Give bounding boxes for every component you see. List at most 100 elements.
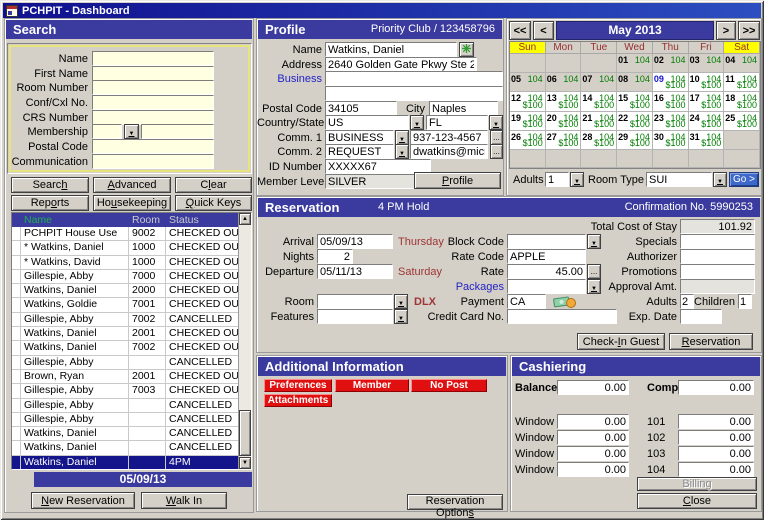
membership-dropdown-button[interactable]: ▼ xyxy=(124,124,139,139)
authorizer-input[interactable] xyxy=(680,249,755,264)
res-adults-input[interactable] xyxy=(680,294,694,309)
reservation-options-button[interactable]: Reservation Options xyxy=(407,494,503,510)
calendar-day-cell[interactable]: 19104$100 xyxy=(510,112,546,131)
clear-button[interactable]: Clear xyxy=(175,177,252,193)
reservation-button[interactable]: Reservation xyxy=(669,333,753,350)
status-column-header[interactable]: Status xyxy=(166,213,239,227)
calendar-day-cell[interactable]: 10104$100 xyxy=(689,73,725,92)
result-row[interactable]: Watkins, DanielCANCELLED xyxy=(12,441,239,455)
search-membership-type-input[interactable] xyxy=(92,124,122,139)
calendar-day-cell[interactable]: 21104$100 xyxy=(581,112,617,131)
calendar-day-cell[interactable]: 04104 xyxy=(724,54,760,73)
calendar-day-cell[interactable]: 13104$100 xyxy=(546,92,582,111)
block-code-input[interactable] xyxy=(507,234,586,249)
comm1-type-input[interactable] xyxy=(325,130,394,145)
comm2-dropdown-button[interactable]: ▼ xyxy=(395,144,409,159)
country-input[interactable] xyxy=(325,115,409,130)
quick-keys-button[interactable]: Quick Keys xyxy=(175,195,252,211)
calendar-day-cell[interactable]: 05104 xyxy=(510,73,546,92)
reports-button[interactable]: Reports xyxy=(11,195,89,211)
profile-name-input[interactable] xyxy=(325,42,457,57)
walk-in-button[interactable]: Walk In xyxy=(141,492,227,509)
calendar-day-cell[interactable]: 30104$100 xyxy=(653,131,689,150)
rate-code-input[interactable] xyxy=(507,249,586,264)
calendar-day-cell[interactable]: 08104 xyxy=(617,73,653,92)
result-row[interactable]: * Watkins, David1000CHECKED OUT xyxy=(12,256,239,270)
calendar-day-cell[interactable]: 18104$100 xyxy=(724,92,760,111)
preferences-lamp[interactable]: Preferences xyxy=(264,379,332,392)
state-dropdown-button[interactable]: ▼ xyxy=(489,115,503,130)
new-reservation-button[interactable]: New Reservation xyxy=(31,492,135,509)
calendar-day-cell[interactable]: 27104$100 xyxy=(546,131,582,150)
business-input-1[interactable] xyxy=(325,71,503,86)
packages-input[interactable] xyxy=(507,279,586,294)
profile-button[interactable]: Profile xyxy=(414,172,501,189)
specials-input[interactable] xyxy=(680,234,755,249)
address-input[interactable] xyxy=(325,57,477,72)
calendar-day-cell[interactable]: 20104$100 xyxy=(546,112,582,131)
departure-input[interactable] xyxy=(317,264,393,279)
calendar-day-cell[interactable]: 23104$100 xyxy=(653,112,689,131)
scrollbar-thumb[interactable] xyxy=(239,410,251,456)
arrival-input[interactable] xyxy=(317,234,393,249)
city-input[interactable] xyxy=(429,101,498,116)
search-communication-input[interactable] xyxy=(92,154,214,169)
comm1-dropdown-button[interactable]: ▼ xyxy=(395,130,409,145)
member-lamp[interactable]: Member xyxy=(335,379,409,392)
scroll-down-button[interactable]: ▼ xyxy=(239,457,251,469)
calendar-day-cell[interactable]: 15104$100 xyxy=(617,92,653,111)
result-row[interactable]: Watkins, Daniel4PM xyxy=(12,456,239,470)
result-row[interactable]: Gillespie, Abby7002CANCELLED xyxy=(12,313,239,327)
room-input[interactable] xyxy=(317,294,393,309)
result-row[interactable]: * Watkins, Daniel1000CHECKED OUT xyxy=(12,241,239,255)
name-column-header[interactable]: Name xyxy=(21,213,129,227)
next-month-button[interactable]: > xyxy=(716,21,736,40)
calendar-day-cell[interactable]: 03104 xyxy=(689,54,725,73)
result-row[interactable]: Brown, Ryan2001CHECKED OUT xyxy=(12,370,239,384)
check-in-guest-button[interactable]: Check-In Guest xyxy=(577,333,665,350)
rate-input[interactable] xyxy=(507,264,586,279)
no-post-lamp[interactable]: No Post xyxy=(411,379,487,392)
postal-code-input[interactable] xyxy=(325,101,397,116)
next-year-button[interactable]: >> xyxy=(738,21,760,40)
calendar-day-cell[interactable]: 25104$100 xyxy=(724,112,760,131)
result-row[interactable]: Gillespie, AbbyCANCELLED xyxy=(12,356,239,370)
result-row[interactable]: Gillespie, Abby7000CHECKED OUT xyxy=(12,270,239,284)
room-dropdown-button[interactable]: ▼ xyxy=(394,294,408,309)
calendar-day-cell[interactable]: 29104$100 xyxy=(617,131,653,150)
calendar-day-cell[interactable]: 31104$100 xyxy=(689,131,725,150)
search-name-input[interactable] xyxy=(92,51,214,66)
prev-month-button[interactable]: < xyxy=(533,21,554,40)
result-row[interactable]: Watkins, Goldie7001CHECKED OUT xyxy=(12,298,239,312)
comm1-ellipsis-button[interactable]: ... xyxy=(490,130,503,145)
calendar-day-cell[interactable]: 14104$100 xyxy=(581,92,617,111)
result-row[interactable]: Watkins, Daniel2001CHECKED OUT xyxy=(12,327,239,341)
payment-input[interactable] xyxy=(507,294,546,309)
room-column-header[interactable]: Room xyxy=(129,213,166,227)
comm2-ellipsis-button[interactable]: ... xyxy=(490,144,503,159)
calendar-day-cell[interactable]: 02104 xyxy=(653,54,689,73)
calendar-day-cell[interactable]: 17104$100 xyxy=(689,92,725,111)
state-input[interactable] xyxy=(426,115,488,130)
result-row[interactable]: Gillespie, AbbyCANCELLED xyxy=(12,413,239,427)
calendar-day-cell[interactable]: 09104$100 xyxy=(653,73,689,92)
nights-input[interactable] xyxy=(317,249,353,264)
attachments-lamp[interactable]: Attachments xyxy=(264,394,332,407)
calendar-day-cell[interactable]: 16104$100 xyxy=(653,92,689,111)
children-input[interactable] xyxy=(738,294,752,309)
comm2-value-input[interactable] xyxy=(410,144,488,159)
close-button[interactable]: Close xyxy=(637,493,757,509)
result-row[interactable]: Watkins, Daniel2000CHECKED OUT xyxy=(12,284,239,298)
search-crs-input[interactable] xyxy=(92,110,214,125)
promotions-input[interactable] xyxy=(680,264,755,279)
search-room-number-input[interactable] xyxy=(92,80,214,95)
result-row[interactable]: Gillespie, Abby7003CHECKED OUT xyxy=(12,384,239,398)
calendar-day-cell[interactable]: 06104 xyxy=(546,73,582,92)
country-dropdown-button[interactable]: ▼ xyxy=(410,115,424,130)
result-row[interactable]: Watkins, Daniel7002CHECKED OUT xyxy=(12,341,239,355)
search-conf-cxl-input[interactable] xyxy=(92,95,214,110)
calendar-day-cell[interactable]: 12104$100 xyxy=(510,92,546,111)
new-profile-button[interactable] xyxy=(459,42,474,57)
calendar-day-cell[interactable]: 24104$100 xyxy=(689,112,725,131)
result-row[interactable]: Watkins, DanielCANCELLED xyxy=(12,427,239,441)
